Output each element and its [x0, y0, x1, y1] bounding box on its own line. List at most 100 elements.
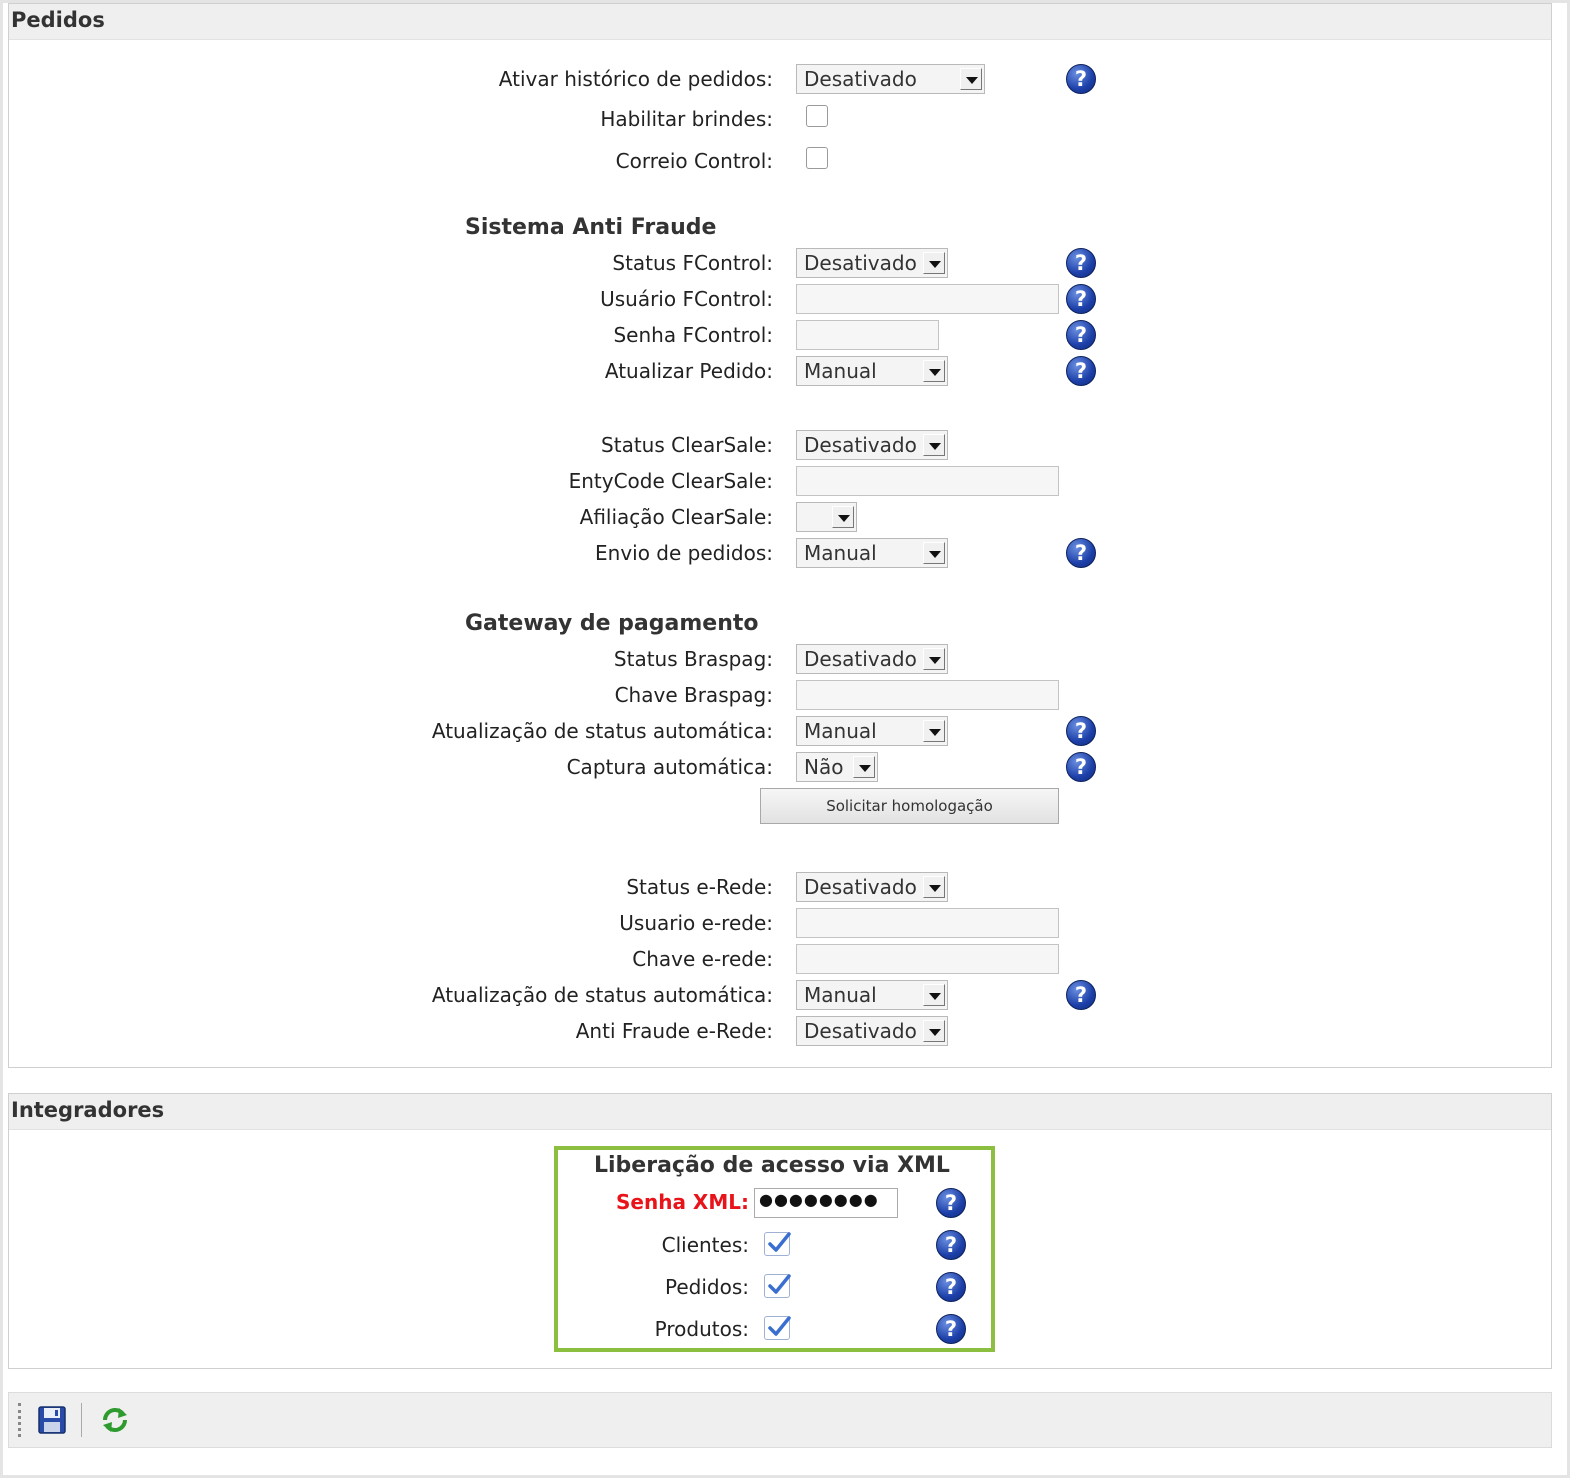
erede-auto-select[interactable]: Manual — [796, 980, 948, 1010]
erede-auto-value: Manual — [804, 983, 877, 1007]
erede-status-select[interactable]: Desativado — [796, 872, 948, 902]
chevron-down-icon — [923, 542, 945, 564]
refresh-button[interactable] — [99, 1405, 131, 1435]
help-icon[interactable]: ? — [1066, 248, 1096, 278]
clientes-label: Clientes: — [661, 1233, 749, 1257]
fcontrol-user-label: Usuário FControl: — [600, 287, 773, 311]
clearsale-afiliacao-select[interactable] — [796, 502, 857, 532]
pedidos-checkbox[interactable] — [764, 1274, 791, 1298]
envio-select[interactable]: Manual — [796, 538, 948, 568]
brindes-label: Habilitar brindes: — [600, 107, 773, 131]
envio-label: Envio de pedidos: — [595, 541, 773, 565]
chevron-down-icon — [923, 984, 945, 1006]
refresh-icon — [103, 1408, 127, 1432]
braspag-status-label: Status Braspag: — [613, 647, 773, 671]
clientes-checkbox[interactable] — [764, 1232, 791, 1256]
help-icon[interactable]: ? — [1066, 538, 1096, 568]
xml-heading: Liberação de acesso via XML — [594, 1153, 950, 1178]
braspag-key-input[interactable] — [796, 680, 1059, 710]
help-icon[interactable]: ? — [1066, 752, 1096, 782]
integradores-panel: Integradores Liberação de acesso via XML… — [8, 1093, 1552, 1369]
checkmark-icon — [768, 1316, 791, 1336]
fcontrol-status-select[interactable]: Desativado — [796, 248, 948, 278]
erede-status-label: Status e-Rede: — [626, 875, 773, 899]
braspag-status-value: Desativado — [804, 647, 917, 671]
floppy-disk-icon — [38, 1406, 66, 1434]
produtos-checkbox[interactable] — [764, 1316, 791, 1340]
senha-xml-value: ●●●●●●●● — [759, 1190, 879, 1209]
braspag-auto-label: Atualização de status automática: — [431, 719, 773, 743]
erede-key-input[interactable] — [796, 944, 1059, 974]
checkmark-icon — [768, 1232, 791, 1252]
fcontrol-user-input[interactable] — [796, 284, 1059, 314]
produtos-label: Produtos: — [654, 1317, 749, 1341]
senha-xml-label: Senha XML: — [616, 1190, 749, 1214]
help-icon[interactable]: ? — [936, 1272, 966, 1302]
help-icon[interactable]: ? — [1066, 980, 1096, 1010]
clearsale-status-value: Desativado — [804, 433, 917, 457]
chevron-down-icon — [923, 434, 945, 456]
anti-fraude-heading: Sistema Anti Fraude — [465, 215, 717, 240]
braspag-auto-value: Manual — [804, 719, 877, 743]
erede-antifraude-select[interactable]: Desativado — [796, 1016, 948, 1046]
help-icon[interactable]: ? — [1066, 320, 1096, 350]
toolbar-divider — [81, 1403, 82, 1437]
fcontrol-status-value: Desativado — [804, 251, 917, 275]
clearsale-entycode-input[interactable] — [796, 466, 1059, 496]
help-icon[interactable]: ? — [936, 1230, 966, 1260]
atualizar-pedido-label: Atualizar Pedido: — [604, 359, 773, 383]
toolbar-grip[interactable] — [18, 1403, 22, 1437]
correio-checkbox[interactable] — [806, 147, 828, 169]
erede-auto-label: Atualização de status automática: — [431, 983, 773, 1007]
braspag-auto-select[interactable]: Manual — [796, 716, 948, 746]
erede-antifraude-label: Anti Fraude e-Rede: — [575, 1019, 773, 1043]
clearsale-status-label: Status ClearSale: — [601, 433, 773, 457]
braspag-status-select[interactable]: Desativado — [796, 644, 948, 674]
checkmark-icon — [768, 1274, 791, 1294]
chevron-down-icon — [853, 756, 875, 778]
senha-xml-input[interactable]: ●●●●●●●● — [754, 1188, 898, 1218]
chevron-down-icon — [923, 720, 945, 742]
pedidos-label: Pedidos: — [665, 1275, 749, 1299]
erede-antifraude-value: Desativado — [804, 1019, 917, 1043]
erede-user-input[interactable] — [796, 908, 1059, 938]
chevron-down-icon — [923, 1020, 945, 1042]
clearsale-status-select[interactable]: Desativado — [796, 430, 948, 460]
fcontrol-pass-label: Senha FControl: — [613, 323, 773, 347]
help-icon[interactable]: ? — [1066, 284, 1096, 314]
help-icon[interactable]: ? — [1066, 356, 1096, 386]
help-icon[interactable]: ? — [936, 1314, 966, 1344]
bottom-toolbar — [8, 1392, 1552, 1448]
brindes-checkbox[interactable] — [806, 105, 828, 127]
historico-label: Ativar histórico de pedidos: — [498, 67, 773, 91]
pedidos-title: Pedidos — [11, 8, 105, 32]
integradores-header: Integradores — [9, 1094, 1551, 1130]
gateway-heading: Gateway de pagamento — [465, 611, 759, 636]
help-icon[interactable]: ? — [1066, 64, 1096, 94]
erede-key-label: Chave e-rede: — [632, 947, 773, 971]
pedidos-panel: Pedidos Ativar histórico de pedidos: Des… — [8, 3, 1552, 1068]
erede-user-label: Usuario e-rede: — [619, 911, 773, 935]
erede-status-value: Desativado — [804, 875, 917, 899]
chevron-down-icon — [923, 252, 945, 274]
pedidos-header: Pedidos — [9, 4, 1551, 40]
chevron-down-icon — [960, 68, 982, 90]
chevron-down-icon — [923, 876, 945, 898]
clearsale-entycode-label: EntyCode ClearSale: — [568, 469, 773, 493]
fcontrol-status-label: Status FControl: — [612, 251, 773, 275]
historico-select[interactable]: Desativado — [796, 64, 985, 94]
save-button[interactable] — [37, 1405, 67, 1435]
help-icon[interactable]: ? — [1066, 716, 1096, 746]
captura-label: Captura automática: — [566, 755, 773, 779]
help-icon[interactable]: ? — [936, 1188, 966, 1218]
captura-select[interactable]: Não — [796, 752, 878, 782]
atualizar-pedido-select[interactable]: Manual — [796, 356, 948, 386]
captura-value: Não — [804, 755, 844, 779]
solicitar-homologacao-button[interactable]: Solicitar homologação — [760, 788, 1059, 824]
braspag-key-label: Chave Braspag: — [614, 683, 773, 707]
fcontrol-pass-input[interactable] — [796, 320, 939, 350]
clearsale-afiliacao-label: Afiliação ClearSale: — [579, 505, 773, 529]
chevron-down-icon — [923, 648, 945, 670]
chevron-down-icon — [832, 506, 854, 528]
atualizar-pedido-value: Manual — [804, 359, 877, 383]
